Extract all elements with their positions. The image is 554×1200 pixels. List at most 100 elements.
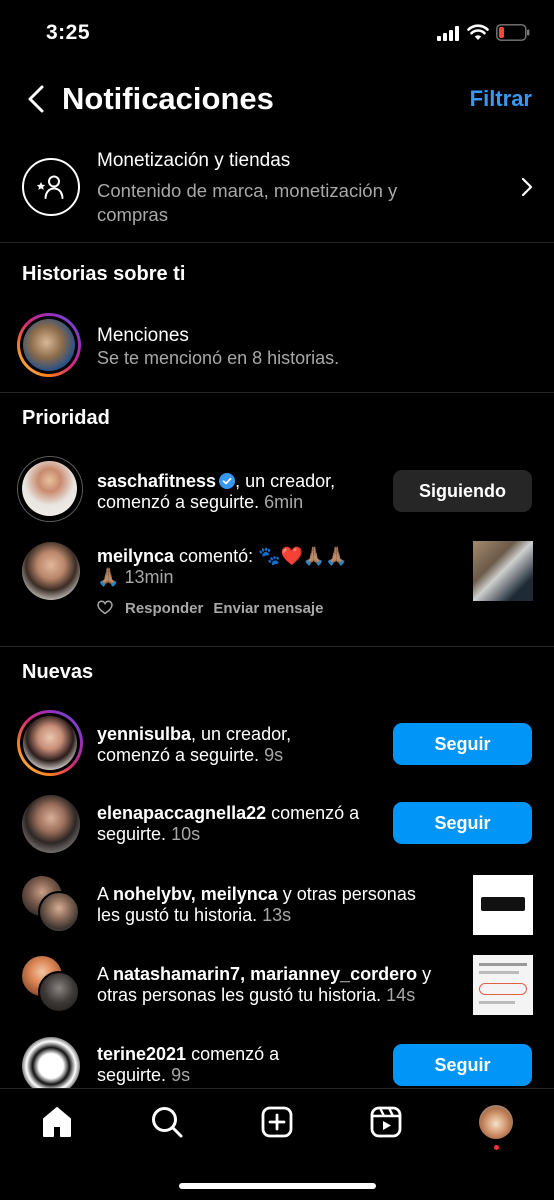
section-title-priority: Prioridad	[22, 407, 110, 429]
notification-story-like: A nohelybv, meilynca y otras personas le…	[0, 872, 554, 940]
notification-text: terine2021 comenzó a seguirte. 9s	[97, 1044, 279, 1086]
time-ago: 13s	[262, 905, 292, 925]
notification-follow-priority: saschafitness , un creador, comenzó a seg…	[0, 453, 554, 529]
notification-text-after: y	[417, 964, 432, 984]
send-message-button[interactable]: Enviar mensaje	[213, 600, 323, 617]
mention-story-thumbnail	[23, 319, 75, 371]
separator: ,	[190, 884, 201, 904]
comment-actions: Responder Enviar mensaje	[97, 600, 333, 617]
avatar[interactable]	[23, 716, 77, 770]
time-ago: 14s	[386, 985, 416, 1005]
notification-text-after: , un creador,	[191, 724, 292, 744]
avatar[interactable]	[38, 971, 80, 1013]
mentions-row[interactable]: Menciones Se te mencionó en 8 historias.	[0, 310, 554, 384]
wifi-icon	[467, 24, 489, 40]
monetization-row[interactable]: Monetización y tiendas Contenido de marc…	[0, 140, 554, 240]
story-thumbnail-graphic	[479, 1001, 515, 1004]
notification-text: yennisulba, un creador, comenzó a seguir…	[97, 724, 291, 766]
username[interactable]: yennisulba	[97, 724, 191, 744]
star-person-icon	[22, 158, 80, 216]
avatar[interactable]	[22, 795, 80, 853]
section-title-stories: Historias sobre ti	[22, 263, 186, 285]
notification-line2: seguirte.	[97, 824, 167, 844]
notification-line2: comenzó a seguirte.	[97, 492, 260, 512]
page-title: Notificaciones	[62, 81, 274, 116]
username[interactable]: elenapaccagnella22	[97, 803, 266, 823]
divider	[0, 242, 554, 243]
chevron-right-icon	[521, 177, 533, 197]
notification-line2: seguirte.	[97, 1065, 167, 1085]
notification-follow: yennisulba, un creador, comenzó a seguir…	[0, 708, 554, 784]
notification-line2: les gustó tu historia.	[97, 905, 258, 925]
story-thumbnail-graphic	[479, 963, 527, 966]
comment-text: comentó: 🐾❤️🙏🏽🙏🏽	[174, 546, 348, 566]
reels-icon[interactable]	[369, 1105, 403, 1139]
follow-button[interactable]: Seguir	[393, 723, 532, 765]
status-time: 3:25	[46, 21, 91, 44]
monetization-subtitle: Contenido de marca, monetización y compr…	[97, 180, 398, 225]
time-ago: 13min	[124, 567, 174, 587]
heart-icon[interactable]	[97, 600, 113, 615]
notification-follow: elenapaccagnella22 comenzó a seguirte. 1…	[0, 792, 554, 862]
following-button[interactable]: Siguiendo	[393, 470, 532, 512]
verified-badge-icon	[219, 473, 236, 489]
username[interactable]: marianney_cordero	[250, 964, 417, 984]
header: Notificaciones Filtrar	[0, 64, 554, 134]
prefix-text: A	[97, 964, 114, 984]
follow-button[interactable]: Seguir	[393, 1044, 532, 1086]
story-ring	[17, 710, 83, 776]
username[interactable]: nohelybv	[113, 884, 191, 904]
notification-text: meilynca comentó: 🐾❤️🙏🏽🙏🏽 🙏🏽 13min	[97, 546, 348, 588]
notification-text-after: y otras personas	[277, 884, 416, 904]
home-icon[interactable]	[40, 1105, 74, 1139]
mentions-subtitle: Se te mencionó en 8 historias.	[97, 348, 340, 368]
notification-line2: otras personas les gustó tu historia.	[97, 985, 382, 1005]
monetization-title: Monetización y tiendas	[97, 150, 291, 171]
search-icon[interactable]	[150, 1105, 184, 1139]
avatar[interactable]	[22, 542, 80, 600]
notification-text: saschafitness , un creador, comenzó a seg…	[97, 471, 335, 513]
username[interactable]: meilynca	[97, 546, 174, 566]
signal-icon	[437, 26, 459, 41]
username[interactable]: terine2021	[97, 1044, 186, 1064]
separator: ,	[240, 964, 251, 984]
username[interactable]: meilynca	[201, 884, 278, 904]
notification-text-after: comenzó a	[186, 1044, 280, 1064]
notification-comment: meilynca comentó: 🐾❤️🙏🏽🙏🏽 🙏🏽 13min Respo…	[0, 538, 554, 630]
notification-line2: comenzó a seguirte.	[97, 745, 260, 765]
notification-text: elenapaccagnella22 comenzó a seguirte. 1…	[97, 803, 359, 845]
avatar-ring	[17, 456, 83, 522]
back-arrow-icon[interactable]	[22, 84, 52, 114]
story-thumbnail-graphic	[481, 897, 525, 911]
avatar[interactable]	[22, 461, 77, 516]
bottom-nav	[0, 1088, 554, 1200]
notification-text: A nohelybv, meilynca y otras personas le…	[97, 884, 416, 926]
post-thumbnail[interactable]	[473, 541, 533, 601]
username[interactable]: natashamarin7	[113, 964, 240, 984]
divider	[0, 646, 554, 647]
create-icon[interactable]	[260, 1105, 294, 1139]
battery-icon	[496, 24, 530, 41]
notification-text: A natashamarin7, marianney_cordero y otr…	[97, 964, 431, 1006]
reply-button[interactable]: Responder	[125, 600, 203, 617]
story-thumbnail-graphic	[479, 971, 519, 974]
follow-button[interactable]: Seguir	[393, 802, 532, 844]
notification-dot	[494, 1145, 499, 1150]
profile-avatar[interactable]	[479, 1105, 513, 1139]
home-indicator	[179, 1183, 376, 1189]
story-ring	[17, 313, 81, 377]
filter-button[interactable]: Filtrar	[470, 86, 532, 112]
avatar[interactable]	[22, 1037, 80, 1088]
avatar[interactable]	[38, 891, 80, 933]
username[interactable]: saschafitness	[97, 471, 216, 491]
story-thumbnail[interactable]	[473, 875, 533, 935]
notification-follow: terine2021 comenzó a seguirte. 9s Seguir	[0, 1034, 554, 1088]
time-ago: 6min	[264, 492, 304, 512]
section-title-new: Nuevas	[22, 661, 94, 683]
notification-story-like: A natashamarin7, marianney_cordero y otr…	[0, 952, 554, 1020]
prefix-text: A	[97, 884, 114, 904]
comment-text-line2: 🙏🏽	[97, 567, 120, 587]
status-bar: 3:25	[0, 0, 554, 64]
time-ago: 9s	[264, 745, 284, 765]
story-thumbnail[interactable]	[473, 955, 533, 1015]
